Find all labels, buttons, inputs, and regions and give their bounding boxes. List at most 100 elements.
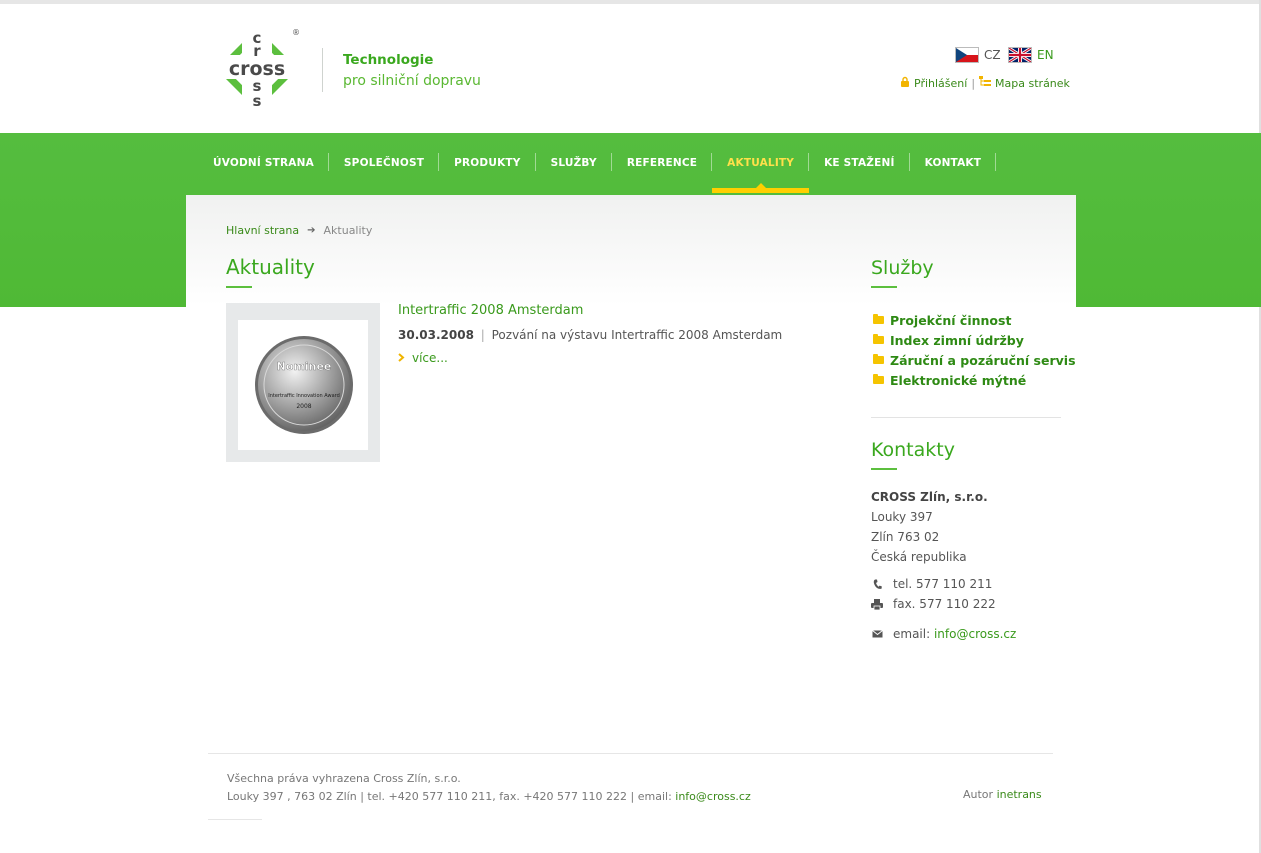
contacts-title: Kontakty	[871, 439, 955, 461]
envelope-icon	[871, 630, 883, 638]
contact-fax: fax. 577 110 222	[871, 597, 996, 611]
language-en-link[interactable]: EN	[1037, 48, 1054, 62]
svg-text:s: s	[253, 92, 262, 110]
address-country: Česká republika	[871, 550, 967, 564]
fax-icon	[871, 598, 883, 610]
footer-email-link[interactable]: info@cross.cz	[675, 790, 750, 803]
news-meta: 30.03.2008 | Pozvání na výstavu Intertra…	[398, 328, 782, 342]
lock-icon	[900, 76, 910, 90]
service-link[interactable]: Projekční činnost	[890, 313, 1011, 328]
nav-label: ÚVODNÍ STRANA	[213, 157, 314, 169]
footer-divider	[208, 753, 1053, 754]
phone-icon	[871, 579, 883, 590]
nav-label: SLUŽBY	[550, 157, 597, 169]
language-en[interactable]: EN	[1008, 46, 1054, 64]
czech-flag-icon	[955, 47, 979, 63]
nav-spolecnost[interactable]: SPOLEČNOST	[329, 133, 440, 193]
nav-aktuality[interactable]: AKTUALITY	[712, 133, 810, 193]
contact-fax-text: fax. 577 110 222	[893, 597, 996, 611]
nav-label: KE STAŽENÍ	[824, 157, 895, 169]
folder-icon	[873, 374, 884, 384]
nav-ke-stazeni[interactable]: KE STAŽENÍ	[809, 133, 911, 193]
footer-small-divider	[208, 819, 262, 820]
uk-flag-icon	[1008, 47, 1032, 63]
nav-kontakt[interactable]: KONTAKT	[910, 133, 997, 193]
contact-address: CROSS Zlín, s.r.o. Louky 397 Zlín 763 02…	[871, 487, 988, 567]
address-street: Louky 397	[871, 510, 933, 524]
contact-email-link[interactable]: info@cross.cz	[934, 627, 1016, 641]
top-links-separator: |	[971, 76, 976, 90]
logo-separator	[322, 48, 323, 92]
news-more-link[interactable]: více...	[412, 351, 448, 365]
services-title-underline	[871, 286, 897, 288]
contact-email: email: info@cross.cz	[871, 627, 1016, 641]
tagline-line1: Technologie	[343, 52, 434, 68]
list-item: Elektronické mýtné	[873, 370, 1076, 390]
breadcrumb-current: Aktuality	[323, 224, 373, 237]
nav-sluzby[interactable]: SLUŽBY	[536, 133, 613, 193]
news-thumbnail[interactable]: Nominee Intertraffic Innovation Award 20…	[226, 303, 380, 462]
nav-produkty[interactable]: PRODUKTY	[439, 133, 537, 193]
company-name: CROSS Zlín, s.r.o.	[871, 490, 988, 504]
list-item: Projekční činnost	[873, 310, 1076, 330]
active-indicator-bar	[712, 188, 810, 193]
nav-label: AKTUALITY	[727, 157, 795, 169]
news-meta-separator: |	[480, 328, 485, 342]
news-date: 30.03.2008	[398, 328, 474, 342]
news-title: Intertraffic 2008 Amsterdam	[398, 303, 583, 318]
service-link[interactable]: Záruční a pozáruční servis	[890, 353, 1076, 368]
address-city: Zlín 763 02	[871, 530, 940, 544]
contact-tel-text: tel. 577 110 211	[893, 577, 993, 591]
tagline: Technologie pro silniční dopravu	[343, 50, 481, 92]
language-cz[interactable]: CZ	[955, 46, 1001, 64]
main-nav: ÚVODNÍ STRANA SPOLEČNOST PRODUKTY SLUŽBY…	[198, 133, 996, 193]
list-item: Záruční a pozáruční servis	[873, 350, 1076, 370]
footer-copyright: Všechna práva vyhrazena Cross Zlín, s.r.…	[227, 772, 461, 785]
login-link[interactable]: Přihlášení	[914, 77, 967, 90]
sidebar-divider	[871, 417, 1061, 418]
nav-label: PRODUKTY	[454, 157, 521, 169]
nav-label: REFERENCE	[626, 157, 698, 169]
service-link[interactable]: Index zimní údržby	[890, 333, 1024, 348]
news-more: více...	[398, 351, 448, 365]
nav-reference[interactable]: REFERENCE	[612, 133, 713, 193]
thumbnail-frame: Nominee Intertraffic Innovation Award 20…	[238, 320, 368, 450]
tagline-line2: pro silniční dopravu	[343, 73, 481, 89]
page-title: Aktuality	[226, 255, 315, 279]
language-cz-label: CZ	[984, 48, 1001, 62]
nominee-badge-image: Nominee Intertraffic Innovation Award 20…	[255, 336, 353, 434]
list-item: Index zimní údržby	[873, 330, 1076, 350]
footer-author: Autor inetrans	[963, 788, 1042, 801]
badge-year: 2008	[296, 403, 311, 410]
footer-author-label: Autor	[963, 788, 994, 801]
nav-uvodni-strana[interactable]: ÚVODNÍ STRANA	[198, 133, 329, 193]
contacts-title-underline	[871, 468, 897, 470]
top-links: Přihlášení | Mapa stránek	[900, 76, 1070, 90]
nav-label: SPOLEČNOST	[343, 157, 425, 169]
nav-label: KONTAKT	[924, 157, 982, 169]
contact-tel: tel. 577 110 211	[871, 577, 992, 591]
content-panel	[186, 195, 1076, 735]
sitemap-link[interactable]: Mapa stránek	[995, 77, 1070, 90]
folder-icon	[873, 334, 884, 344]
service-link[interactable]: Elektronické mýtné	[890, 373, 1026, 388]
arrow-right-icon: ➔	[307, 225, 316, 236]
services-title: Služby	[871, 257, 934, 279]
folder-icon	[873, 314, 884, 324]
cross-logo[interactable]: c r cross s s ®	[212, 27, 302, 111]
news-summary: Pozvání na výstavu Intertraffic 2008 Ams…	[491, 328, 783, 342]
sitemap-icon	[979, 76, 992, 90]
contact-email-label: email:	[893, 627, 931, 641]
svg-text:®: ®	[292, 28, 300, 37]
title-underline	[226, 286, 252, 288]
news-title-link[interactable]: Intertraffic 2008 Amsterdam	[398, 303, 583, 318]
chevron-right-icon	[398, 351, 405, 365]
footer-author-link[interactable]: inetrans	[997, 788, 1042, 801]
breadcrumb-home-link[interactable]: Hlavní strana	[226, 224, 299, 237]
badge-subtitle: Intertraffic Innovation Award	[268, 393, 340, 399]
window-top-border	[0, 0, 1261, 4]
services-list: Projekční činnost Index zimní údržby Zár…	[873, 310, 1076, 390]
folder-icon	[873, 354, 884, 364]
footer-text: Všechna práva vyhrazena Cross Zlín, s.r.…	[227, 770, 751, 806]
breadcrumb: Hlavní strana ➔ Aktuality	[226, 224, 372, 237]
